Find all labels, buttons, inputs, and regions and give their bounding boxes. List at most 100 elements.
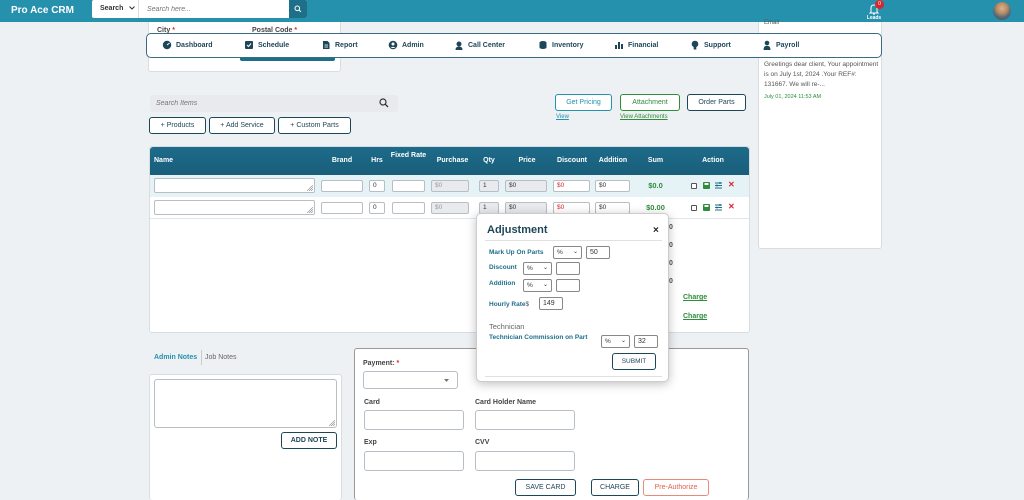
global-search-button[interactable] — [289, 0, 307, 18]
col-purchase: Purchase — [436, 157, 469, 164]
tab-admin-notes[interactable]: Admin Notes — [154, 354, 197, 361]
app-logo[interactable]: Pro Ace CRM — [11, 5, 74, 16]
card-label: Card — [364, 399, 380, 406]
user-avatar[interactable] — [993, 2, 1011, 20]
modal-divider — [485, 240, 662, 241]
modal-title: Adjustment — [487, 224, 548, 236]
save-card-button[interactable]: SAVE CARD — [515, 479, 576, 496]
modal-footer-divider — [485, 376, 662, 377]
global-search-input[interactable] — [139, 0, 284, 18]
brand-input[interactable] — [321, 180, 363, 192]
hourly-rate-input[interactable]: 149 — [539, 297, 563, 310]
exp-input[interactable] — [364, 451, 464, 471]
card-holder-input[interactable] — [475, 410, 575, 430]
nav-report[interactable]: Report — [321, 40, 358, 50]
delete-row-icon[interactable]: ✕ — [728, 203, 735, 211]
nav-financial[interactable]: Financial — [614, 40, 658, 50]
details-lines-icon[interactable] — [715, 182, 722, 190]
payment-method-select[interactable] — [363, 371, 458, 389]
add-products-button[interactable]: + Products — [149, 117, 206, 134]
get-pricing-button[interactable]: Get Pricing — [555, 94, 612, 111]
lightbulb-icon — [691, 40, 699, 50]
notification-time: July 01, 2024 11:53 AM — [764, 94, 822, 100]
search-icon — [294, 5, 302, 13]
discount-input[interactable]: $0 — [553, 180, 590, 192]
leads-label: Leads — [866, 15, 882, 21]
search-icon[interactable] — [378, 97, 390, 109]
card-input[interactable] — [364, 410, 464, 430]
qty-input[interactable]: 1 — [479, 180, 499, 192]
commission-unit-select[interactable]: % ⌄ — [601, 335, 630, 348]
charge-link[interactable]: Charge — [683, 294, 707, 301]
items-search-input[interactable] — [150, 95, 370, 112]
add-custom-parts-button[interactable]: + Custom Parts — [278, 117, 351, 134]
addition-label: Addition — [489, 280, 516, 287]
item-name-input[interactable] — [154, 200, 315, 215]
markup-value-input[interactable]: 50 — [586, 246, 610, 259]
item-name-input[interactable] — [154, 178, 315, 193]
markup-unit-select[interactable]: % ⌄ — [553, 246, 582, 259]
fixed-rate-input[interactable] — [392, 202, 425, 214]
database-icon — [539, 41, 547, 49]
row-select-checkbox[interactable] — [691, 183, 697, 189]
close-icon[interactable]: × — [653, 225, 659, 236]
discount-value-input[interactable] — [556, 262, 580, 275]
nav-schedule[interactable]: Schedule — [244, 40, 289, 50]
nav-call-center[interactable]: Call Center — [454, 40, 505, 50]
col-price: Price — [518, 157, 536, 164]
row-select-checkbox[interactable] — [691, 205, 697, 211]
charge-link[interactable]: Charge — [683, 313, 707, 320]
order-parts-button[interactable]: Order Parts — [687, 94, 746, 111]
submit-button[interactable]: SUBMIT — [612, 353, 656, 370]
search-scope-select[interactable]: Search — [92, 0, 139, 18]
addition-value-input[interactable] — [556, 279, 580, 292]
col-name: Name — [154, 157, 174, 164]
attachment-button[interactable]: Attachment — [620, 94, 680, 111]
col-brand: Brand — [331, 157, 353, 164]
nav-payroll[interactable]: Payroll — [762, 40, 799, 50]
adjustment-modal: Adjustment × Mark Up On Parts % ⌄ 50 Disc… — [476, 213, 669, 382]
price-input[interactable]: $0 — [505, 180, 547, 192]
hrs-input[interactable]: 0 — [369, 180, 385, 192]
leads-count-badge: 0 — [875, 0, 884, 9]
dashboard-icon — [162, 40, 172, 50]
chevron-down-icon: ⌄ — [620, 338, 626, 344]
delete-row-icon[interactable]: ✕ — [728, 181, 735, 189]
purchase-input: $0 — [431, 180, 469, 192]
global-search: Search — [92, 0, 307, 18]
col-discount: Discount — [557, 157, 587, 164]
view-attachments-link[interactable]: View Attachments — [620, 114, 668, 120]
hrs-input[interactable]: 0 — [369, 202, 385, 214]
cvv-input[interactable] — [475, 451, 575, 471]
notification-message[interactable]: Greetings dear client, Your appointment … — [764, 60, 879, 90]
nav-inventory[interactable]: Inventory — [538, 40, 584, 50]
col-fixed-rate: Fixed Rate — [390, 152, 427, 159]
add-note-button[interactable]: ADD NOTE — [281, 432, 337, 449]
search-scope-label: Search — [100, 5, 124, 12]
resize-handle-icon — [329, 420, 335, 426]
save-icon[interactable] — [703, 182, 710, 190]
commission-value-input[interactable]: 32 — [634, 335, 658, 348]
details-lines-icon[interactable] — [715, 204, 722, 212]
save-icon[interactable] — [703, 204, 710, 212]
addition-unit-select[interactable]: % ⌄ — [523, 279, 552, 292]
tab-job-notes[interactable]: Job Notes — [205, 354, 237, 361]
total-value: 0 — [669, 224, 673, 231]
nav-support[interactable]: Support — [690, 40, 731, 50]
tab-divider — [201, 350, 202, 365]
brand-input[interactable] — [321, 202, 363, 214]
view-pricing-link[interactable]: View — [556, 114, 569, 120]
nav-admin[interactable]: Admin — [388, 40, 424, 50]
pre-authorize-button[interactable]: Pre-Authorize — [643, 479, 709, 496]
discount-unit-select[interactable]: % ⌄ — [523, 262, 552, 275]
admin-notes-textarea[interactable] — [154, 379, 337, 428]
nav-dashboard[interactable]: Dashboard — [162, 40, 213, 50]
payroll-user-icon — [763, 40, 771, 50]
addition-input[interactable]: $0 — [595, 180, 630, 192]
fixed-rate-input[interactable] — [392, 180, 425, 192]
add-service-button[interactable]: + Add Service — [209, 117, 275, 134]
leads-notification[interactable]: 0 Leads — [862, 0, 886, 22]
charge-button[interactable]: CHARGE — [591, 479, 639, 496]
technician-commission-label: Technician Commission on Part — [489, 334, 588, 341]
headset-icon — [455, 41, 463, 50]
